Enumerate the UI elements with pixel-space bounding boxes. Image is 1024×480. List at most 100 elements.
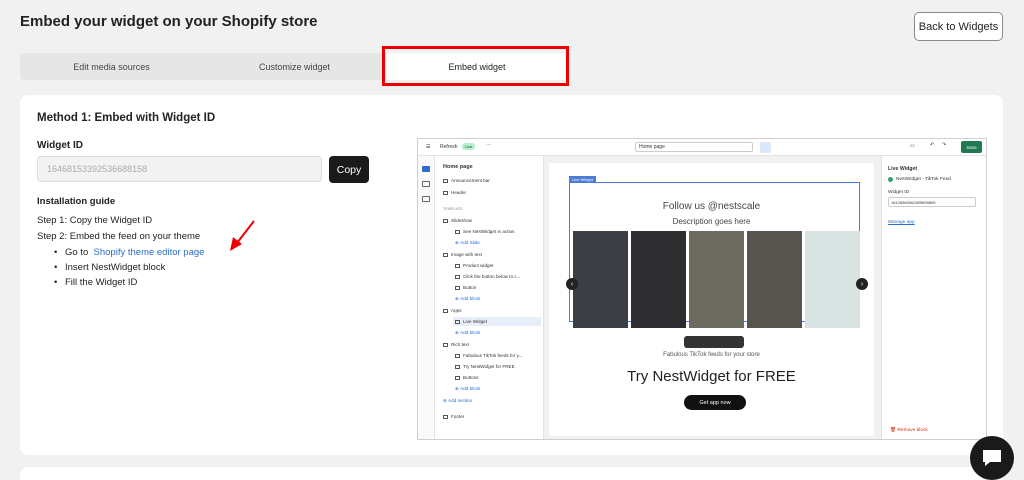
section-icon	[443, 190, 448, 195]
cta-heading: Try NestWidget for FREE	[627, 368, 796, 385]
manage-app-link: Manage app	[888, 220, 915, 225]
nav-add: ⊕ Add block	[455, 385, 481, 392]
editor-save-button: Save	[961, 141, 982, 153]
live-badge: Live	[462, 143, 476, 150]
installation-guide-title: Installation guide	[37, 196, 116, 207]
nav-item: Announcement bar	[443, 176, 490, 185]
block-icon	[455, 364, 460, 369]
nav-item: Footer	[443, 412, 464, 421]
nav-item-label: Announcement bar	[451, 178, 490, 183]
block-toolbar	[684, 336, 744, 348]
block-icon	[455, 375, 460, 380]
nav-add: ⊕ Add Slide	[455, 239, 480, 246]
remove-block-text: Remove block	[897, 428, 928, 433]
nav-subitem: Click the button below to c...	[455, 272, 520, 281]
copy-button[interactable]: Copy	[329, 156, 369, 183]
live-widget-tag: Live Widget	[569, 176, 596, 183]
block-icon	[455, 319, 460, 324]
settings-widget-id-field: 16126560062809699895	[888, 197, 976, 207]
settings-field-label: Widget ID	[888, 190, 910, 195]
section-icon	[443, 178, 448, 183]
editor-section-list: Home page Announcement bar Header TEMPLA…	[435, 156, 544, 439]
nav-subitem-selected: Live Widget	[453, 317, 541, 326]
carousel-prev-icon: ‹	[566, 278, 578, 290]
preview-page: Live Widget Follow us @nestscale Descrip…	[549, 163, 874, 436]
step-1: Step 1: Copy the Widget ID	[37, 215, 153, 226]
editor-settings-panel: Live Widget NestWidget - TikTok Feed Wid…	[881, 156, 986, 439]
redo-icon: ↷	[942, 142, 947, 148]
back-to-widgets-button[interactable]: Back to Widgets	[914, 12, 1003, 41]
video-thumbnail	[747, 231, 802, 328]
video-thumbnail	[631, 231, 686, 328]
refresh-label: Refresh	[440, 144, 458, 150]
nav-add: ⊕ Add block	[455, 295, 481, 302]
nav-item: Apps	[443, 306, 461, 315]
nav-item-label: Slideshow	[451, 218, 472, 223]
nav-item-label: Image with text	[451, 252, 482, 257]
video-thumbnail	[805, 231, 860, 328]
nav-item-label: Fabulous TikTok feeds for y...	[463, 353, 523, 358]
bullet-insert-block: Insert NestWidget block	[54, 262, 165, 273]
nav-item-label: Add block	[460, 386, 481, 391]
nav-item-label: Add block	[460, 296, 481, 301]
nav-item-label: Header	[451, 190, 467, 195]
description-text: Description goes here	[672, 217, 751, 226]
block-icon	[455, 353, 460, 358]
page-select: Home page	[635, 142, 753, 152]
inspector-icon	[760, 142, 771, 153]
section-icon	[443, 252, 448, 257]
nav-item-label: Try NestWidget for FREE	[463, 364, 515, 369]
nav-title: Home page	[443, 163, 473, 170]
method-card: Method 1: Embed with Widget ID Widget ID…	[20, 95, 1003, 455]
page-title: Embed your widget on your Shopify store	[20, 13, 318, 30]
nav-item-label: Add Slide	[460, 240, 480, 245]
apps-icon	[422, 196, 430, 202]
theme-editor-screenshot: ☰ Refresh Live ··· Home page ▭ ↶ ↷ Save …	[417, 138, 987, 440]
nav-subitem: Product widget	[455, 261, 493, 270]
carousel-next-icon: ›	[856, 278, 868, 290]
nav-item-label: Product widget	[463, 263, 494, 268]
block-icon	[455, 263, 460, 268]
undo-icon: ↶	[930, 142, 935, 148]
section-icon	[443, 308, 448, 313]
get-app-button: Get app now	[684, 395, 746, 410]
bullet-fill-id: Fill the Widget ID	[54, 277, 137, 288]
widget-id-field[interactable]: 16468153392536688158	[37, 156, 322, 182]
desktop-icon: ▭	[910, 143, 915, 149]
settings-subtitle: NestWidget - TikTok Feed	[888, 177, 951, 182]
nav-subitem: Fabulous TikTok feeds for y...	[455, 351, 522, 360]
editor-preview-canvas: Live Widget Follow us @nestscale Descrip…	[544, 156, 881, 439]
section-icon	[443, 414, 448, 419]
nav-item-label: Add block	[460, 330, 481, 335]
tab-edit-media-sources[interactable]: Edit media sources	[20, 53, 203, 80]
editor-topbar: ☰ Refresh Live ··· Home page ▭ ↶ ↷	[418, 139, 986, 156]
settings-title: Live Widget	[888, 166, 918, 172]
nav-item-label: Rich text	[451, 342, 469, 347]
remove-block-link: 🗑 Remove block	[890, 428, 928, 433]
nav-item-label: Add section	[448, 398, 473, 403]
step-2: Step 2: Embed the feed on your theme	[37, 231, 201, 242]
tagline-text: Fabulous TikTok feeds for your store	[663, 352, 760, 358]
nav-item-label: See NestWidget in action	[463, 229, 515, 234]
theme-editor-link[interactable]: Shopify theme editor page	[94, 247, 205, 258]
video-thumbnail	[689, 231, 744, 328]
theme-settings-icon	[422, 181, 430, 187]
nav-item: Image with text	[443, 250, 482, 259]
tab-highlight-box	[382, 46, 569, 86]
tab-customize-widget[interactable]: Customize widget	[203, 53, 386, 80]
status-dot-icon	[888, 177, 893, 182]
nav-item-label: Click the button below to c...	[463, 274, 521, 279]
next-card	[20, 467, 1003, 480]
section-icon	[443, 342, 448, 347]
nav-item-label: Buttons	[463, 375, 479, 380]
nav-add: ⊕ Add block	[455, 329, 481, 336]
nav-item-label: Live Widget	[463, 319, 488, 324]
nav-subitem: Try NestWidget for FREE	[455, 362, 515, 371]
chat-button[interactable]	[970, 436, 1014, 480]
nav-item-label: Footer	[451, 414, 465, 419]
more-icon: ···	[486, 142, 491, 148]
nav-subitem: Buttons	[455, 373, 479, 382]
chat-bubble-icon	[983, 450, 1001, 466]
method-title: Method 1: Embed with Widget ID	[37, 112, 216, 124]
bullet-go-to-text: Go to	[65, 247, 89, 258]
